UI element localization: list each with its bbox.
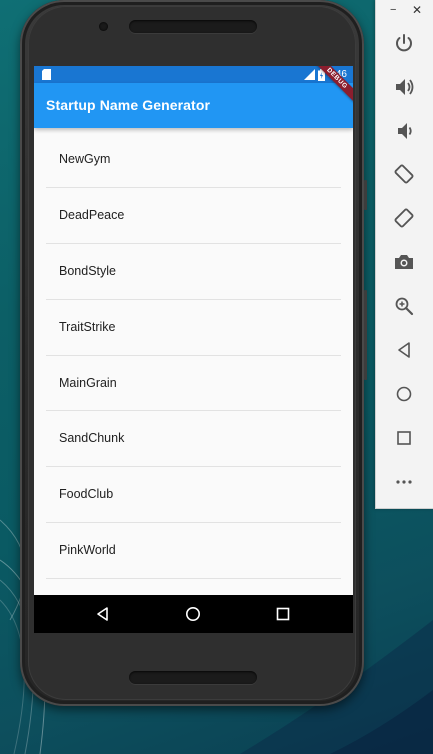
signal-icon: [303, 69, 315, 80]
list-item[interactable]: NewGym: [46, 132, 341, 188]
overview-button[interactable]: [393, 427, 415, 449]
front-camera: [99, 22, 108, 31]
list-item-label: PinkWorld: [59, 543, 116, 558]
overview-icon: [397, 431, 411, 445]
names-list[interactable]: NewGym DeadPeace BondStyle TraitStrike MainG…: [46, 132, 341, 580]
minimize-icon[interactable]: −: [390, 4, 396, 16]
top-speaker: [129, 20, 257, 33]
list-item[interactable]: BondStyle: [46, 244, 341, 300]
list-item[interactable]: SandChunk: [46, 411, 341, 468]
status-bar: 3:46: [34, 66, 353, 83]
close-icon[interactable]: ✕: [412, 3, 422, 17]
rotate-right-button[interactable]: [393, 207, 415, 229]
rotate-left-button[interactable]: [393, 163, 415, 185]
emulator-toolbar: − ✕: [375, 0, 433, 509]
list-item[interactable]: DeadPeace: [46, 188, 341, 244]
list-item[interactable]: PinkWorld: [46, 523, 341, 580]
list-item[interactable]: TraitStrike: [46, 300, 341, 356]
back-icon[interactable]: [94, 605, 112, 623]
app-screen: 3:46 Startup Name Generator DEBUG NewGym…: [34, 66, 353, 633]
more-button[interactable]: [393, 471, 415, 493]
rotate-left-icon: [394, 164, 414, 184]
list-item-label: FoodClub: [59, 487, 114, 502]
volume-up-button[interactable]: [393, 76, 415, 98]
side-button-volume: [364, 290, 367, 380]
list-item[interactable]: FoodClub: [46, 467, 341, 524]
sd-card-icon: [42, 69, 51, 80]
volume-down-button[interactable]: [393, 120, 415, 142]
app-bar: Startup Name Generator: [34, 83, 353, 128]
list-item-label: BondStyle: [59, 263, 116, 278]
list-item-label: NewGym: [59, 152, 111, 166]
app-title: Startup Name Generator: [46, 97, 211, 113]
screenshot-button[interactable]: [393, 251, 415, 273]
zoom-icon: [395, 297, 414, 316]
volume-up-icon: [396, 79, 414, 95]
side-button-power: [364, 180, 367, 210]
list-item-label: MainGrain: [59, 375, 117, 390]
rotate-right-icon: [394, 208, 414, 228]
list-item-label: TraitStrike: [59, 319, 116, 334]
list-item-label: DeadPeace: [59, 207, 125, 222]
back-button[interactable]: [393, 339, 415, 361]
overview-icon[interactable]: [274, 605, 292, 623]
back-icon: [398, 342, 410, 358]
list-item[interactable]: MainGrain: [46, 356, 341, 412]
toolbar-window-controls: − ✕: [376, 3, 433, 20]
list-item-label: SandChunk: [59, 431, 125, 446]
camera-icon: [395, 255, 413, 269]
power-icon: [396, 34, 412, 52]
power-button[interactable]: [393, 32, 415, 54]
home-icon[interactable]: [184, 605, 202, 623]
volume-down-icon: [398, 123, 412, 139]
zoom-button[interactable]: [393, 295, 415, 317]
bottom-speaker: [129, 671, 257, 684]
navigation-bar: [34, 595, 353, 633]
home-icon: [396, 386, 412, 402]
more-icon: [396, 480, 412, 484]
home-button[interactable]: [393, 383, 415, 405]
